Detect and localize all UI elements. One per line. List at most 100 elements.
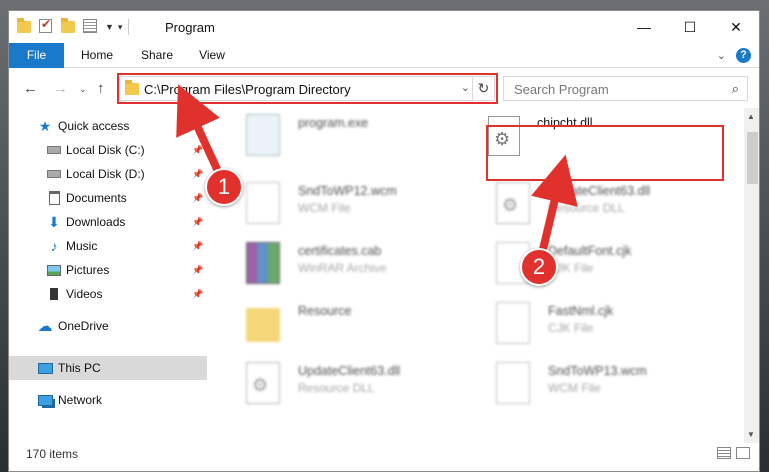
- expand-ribbon-icon[interactable]: ⌄: [717, 49, 726, 62]
- file-name: program.exe: [298, 116, 369, 130]
- sidebar-item-label: Pictures: [66, 263, 110, 277]
- sidebar-item-label: Downloads: [66, 215, 126, 229]
- status-bar: 170 items: [9, 443, 759, 465]
- sidebar-item-videos[interactable]: Videos 📌: [9, 282, 207, 306]
- search-icon[interactable]: ⌕: [732, 81, 739, 97]
- step-badge-one: 1: [205, 168, 243, 206]
- close-button[interactable]: ✕: [713, 11, 759, 43]
- sidebar-item-label: Videos: [66, 287, 103, 301]
- file-name: UpdateClient63.dll: [298, 364, 401, 378]
- details-view-icon[interactable]: [717, 447, 731, 459]
- sidebar-item-local-disk-d[interactable]: Local Disk (D:) 📌: [9, 162, 207, 186]
- toolbar-divider: [128, 19, 130, 35]
- file-type: WCM File: [548, 381, 601, 395]
- file-item[interactable]: program.exe: [226, 108, 466, 162]
- properties-icon[interactable]: [83, 19, 99, 35]
- sidebar-item-label: This PC: [58, 361, 101, 375]
- document-icon: [496, 302, 530, 344]
- properties-check-icon[interactable]: [39, 17, 55, 35]
- search-box[interactable]: Search Program ⌕: [503, 76, 748, 101]
- minimize-button[interactable]: —: [621, 11, 667, 43]
- pin-icon[interactable]: 📌: [192, 145, 203, 156]
- title-bar: ▼ ▾ Program — ☐ ✕: [9, 11, 759, 43]
- pin-icon[interactable]: 📌: [192, 193, 203, 204]
- sidebar-item-label: Documents: [66, 191, 127, 205]
- pin-icon[interactable]: 📌: [192, 217, 203, 228]
- customize-toolbar-icon[interactable]: ▾: [118, 22, 123, 33]
- file-type: Resource DLL: [548, 201, 625, 215]
- navigation-bar: ← → ⌄ ↑ C:\Program Files\Program Directo…: [9, 68, 759, 108]
- file-type: CJK File: [548, 321, 594, 335]
- file-item[interactable]: DefaultFont.cjk CJK File: [476, 236, 716, 290]
- sidebar-item-label: Quick access: [58, 119, 130, 133]
- file-item[interactable]: SndToWP13.wcm WCM File: [476, 356, 716, 410]
- sidebar-item-label: Network: [58, 393, 103, 407]
- file-item[interactable]: SndToWP12.wcm WCM File: [226, 176, 466, 230]
- scroll-up-icon[interactable]: ▲: [747, 112, 755, 121]
- scroll-thumb[interactable]: [747, 132, 758, 184]
- program-exe-icon: [246, 114, 280, 156]
- sidebar-item-pictures[interactable]: Pictures 📌: [9, 258, 207, 282]
- vertical-scrollbar[interactable]: ▲ ▼: [744, 108, 759, 443]
- file-name: DefaultFont.cjk: [548, 244, 632, 258]
- sidebar-item-quick-access[interactable]: ★ Quick access: [9, 114, 207, 138]
- scroll-down-icon[interactable]: ▼: [747, 430, 755, 439]
- window-title: Program: [165, 20, 215, 35]
- folder-icon: [246, 308, 280, 342]
- file-type: Resource DLL: [298, 381, 375, 395]
- sidebar-item-downloads[interactable]: ⬇ Downloads 📌: [9, 210, 207, 234]
- file-item[interactable]: FastNml.cjk CJK File: [476, 296, 716, 350]
- folder-icon[interactable]: [17, 18, 33, 35]
- maximize-button[interactable]: ☐: [667, 11, 713, 43]
- sidebar-item-label: OneDrive: [58, 319, 109, 333]
- large-icons-view-icon[interactable]: [736, 447, 750, 459]
- file-name: SndToWP13.wcm: [548, 364, 647, 378]
- sidebar-item-local-disk-c[interactable]: Local Disk (C:) 📌: [9, 138, 207, 162]
- quick-access-toolbar: ▼ ▾: [17, 17, 137, 35]
- onedrive-icon: ☁: [37, 318, 53, 335]
- back-arrow-icon[interactable]: ←: [23, 80, 38, 97]
- navigation-pane: ★ Quick access Local Disk (C:) 📌 Local D…: [9, 108, 207, 443]
- file-highlight-box: [486, 125, 724, 181]
- sidebar-item-this-pc[interactable]: This PC: [9, 356, 207, 380]
- tab-view[interactable]: View: [187, 43, 237, 68]
- tab-share[interactable]: Share: [132, 43, 182, 68]
- drive-icon: [46, 166, 62, 182]
- tab-home[interactable]: Home: [72, 43, 122, 68]
- up-arrow-icon[interactable]: ↑: [97, 80, 105, 97]
- winrar-archive-icon: [246, 242, 280, 284]
- forward-arrow-icon[interactable]: →: [53, 80, 68, 97]
- dll-gear-icon: [496, 182, 530, 224]
- sidebar-item-documents[interactable]: Documents 📌: [9, 186, 207, 210]
- dll-gear-icon: [246, 362, 280, 404]
- sidebar-item-music[interactable]: ♪ Music 📌: [9, 234, 207, 258]
- drive-icon: [46, 142, 62, 158]
- file-list: program.exe chipcht.dll SndToWP12.wcm WC…: [214, 108, 744, 443]
- file-explorer-window: ▼ ▾ Program — ☐ ✕ File Home Share View ⌄…: [8, 10, 760, 472]
- sidebar-item-network[interactable]: Network: [9, 388, 207, 412]
- item-count: 170 items: [26, 447, 79, 461]
- help-icon[interactable]: ?: [736, 48, 751, 63]
- pin-icon[interactable]: 📌: [192, 289, 203, 300]
- file-type: WCM File: [298, 201, 351, 215]
- chevron-down-icon[interactable]: ▼: [105, 22, 114, 32]
- music-icon: ♪: [50, 238, 58, 254]
- file-item[interactable]: Resource: [226, 296, 466, 350]
- documents-icon: [46, 190, 62, 206]
- this-pc-icon: [37, 360, 53, 376]
- sidebar-item-onedrive[interactable]: ☁ OneDrive: [9, 314, 207, 338]
- search-input[interactable]: Search Program: [514, 82, 609, 97]
- address-highlight-box: [117, 73, 498, 104]
- pin-icon[interactable]: 📌: [192, 241, 203, 252]
- sidebar-item-label: Local Disk (C:): [66, 143, 145, 157]
- document-icon: [246, 182, 280, 224]
- file-item[interactable]: certificates.cab WinRAR Archive: [226, 236, 466, 290]
- file-item[interactable]: UpdateClient63.dll Resource DLL: [476, 176, 716, 230]
- file-item[interactable]: UpdateClient63.dll Resource DLL: [226, 356, 466, 410]
- recent-locations-icon[interactable]: ⌄: [79, 84, 87, 95]
- new-folder-icon[interactable]: [61, 18, 77, 35]
- ribbon-tabs: File Home Share View ⌄ ?: [9, 43, 759, 97]
- pin-icon[interactable]: 📌: [192, 169, 203, 180]
- pin-icon[interactable]: 📌: [192, 265, 203, 276]
- file-name: UpdateClient63.dll: [548, 184, 651, 198]
